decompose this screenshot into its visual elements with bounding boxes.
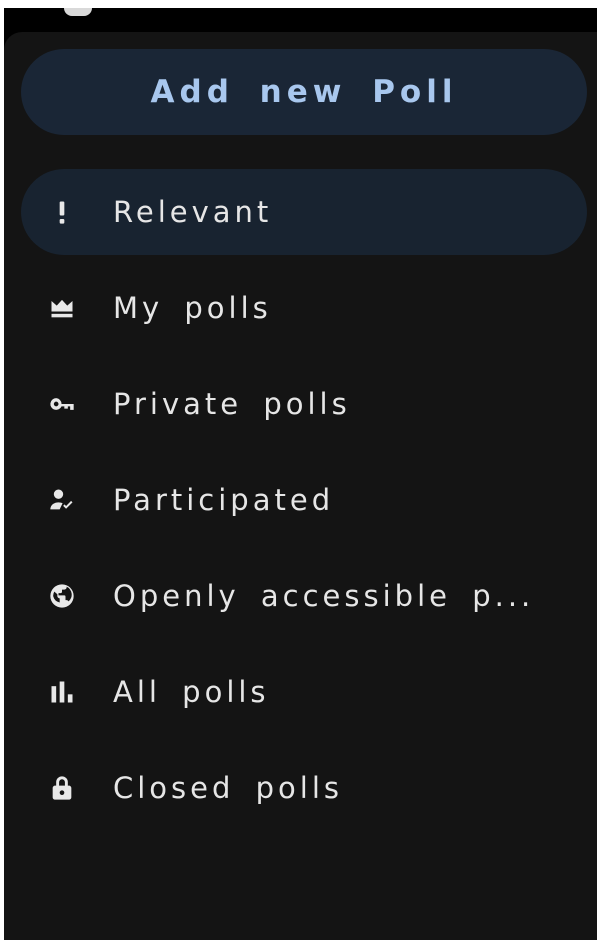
nav-item-my-polls[interactable]: My polls (21, 265, 587, 351)
lock-icon (45, 771, 79, 805)
nav-item-label: Closed polls (113, 771, 343, 805)
add-new-poll-label: Add new Poll (150, 74, 458, 110)
exclamation-icon (45, 195, 79, 229)
nav-item-all-polls[interactable]: All polls (21, 649, 587, 735)
crown-icon (45, 291, 79, 325)
status-bar-fragment (64, 8, 92, 16)
add-new-poll-button[interactable]: Add new Poll (21, 49, 587, 135)
nav-item-openly-accessible[interactable]: Openly accessible p... (21, 553, 587, 639)
nav-item-label: My polls (113, 291, 272, 325)
globe-icon (45, 579, 79, 613)
navigation-drawer: Add new Poll Relevant My polls Private p… (4, 32, 597, 940)
nav-item-label: Participated (113, 483, 335, 517)
nav-item-label: Private polls (113, 387, 351, 421)
nav-item-relevant[interactable]: Relevant (21, 169, 587, 255)
app-window: Add new Poll Relevant My polls Private p… (4, 8, 597, 940)
screen: Add new Poll Relevant My polls Private p… (0, 0, 597, 940)
nav-item-participated[interactable]: Participated (21, 457, 587, 543)
person-check-icon (45, 483, 79, 517)
key-icon (45, 387, 79, 421)
bar-chart-icon (45, 675, 79, 709)
nav-item-label: All polls (113, 675, 270, 709)
nav-item-label: Openly accessible p... (113, 579, 535, 613)
nav-item-private-polls[interactable]: Private polls (21, 361, 587, 447)
nav-item-closed-polls[interactable]: Closed polls (21, 745, 587, 831)
nav-item-label: Relevant (113, 195, 273, 229)
